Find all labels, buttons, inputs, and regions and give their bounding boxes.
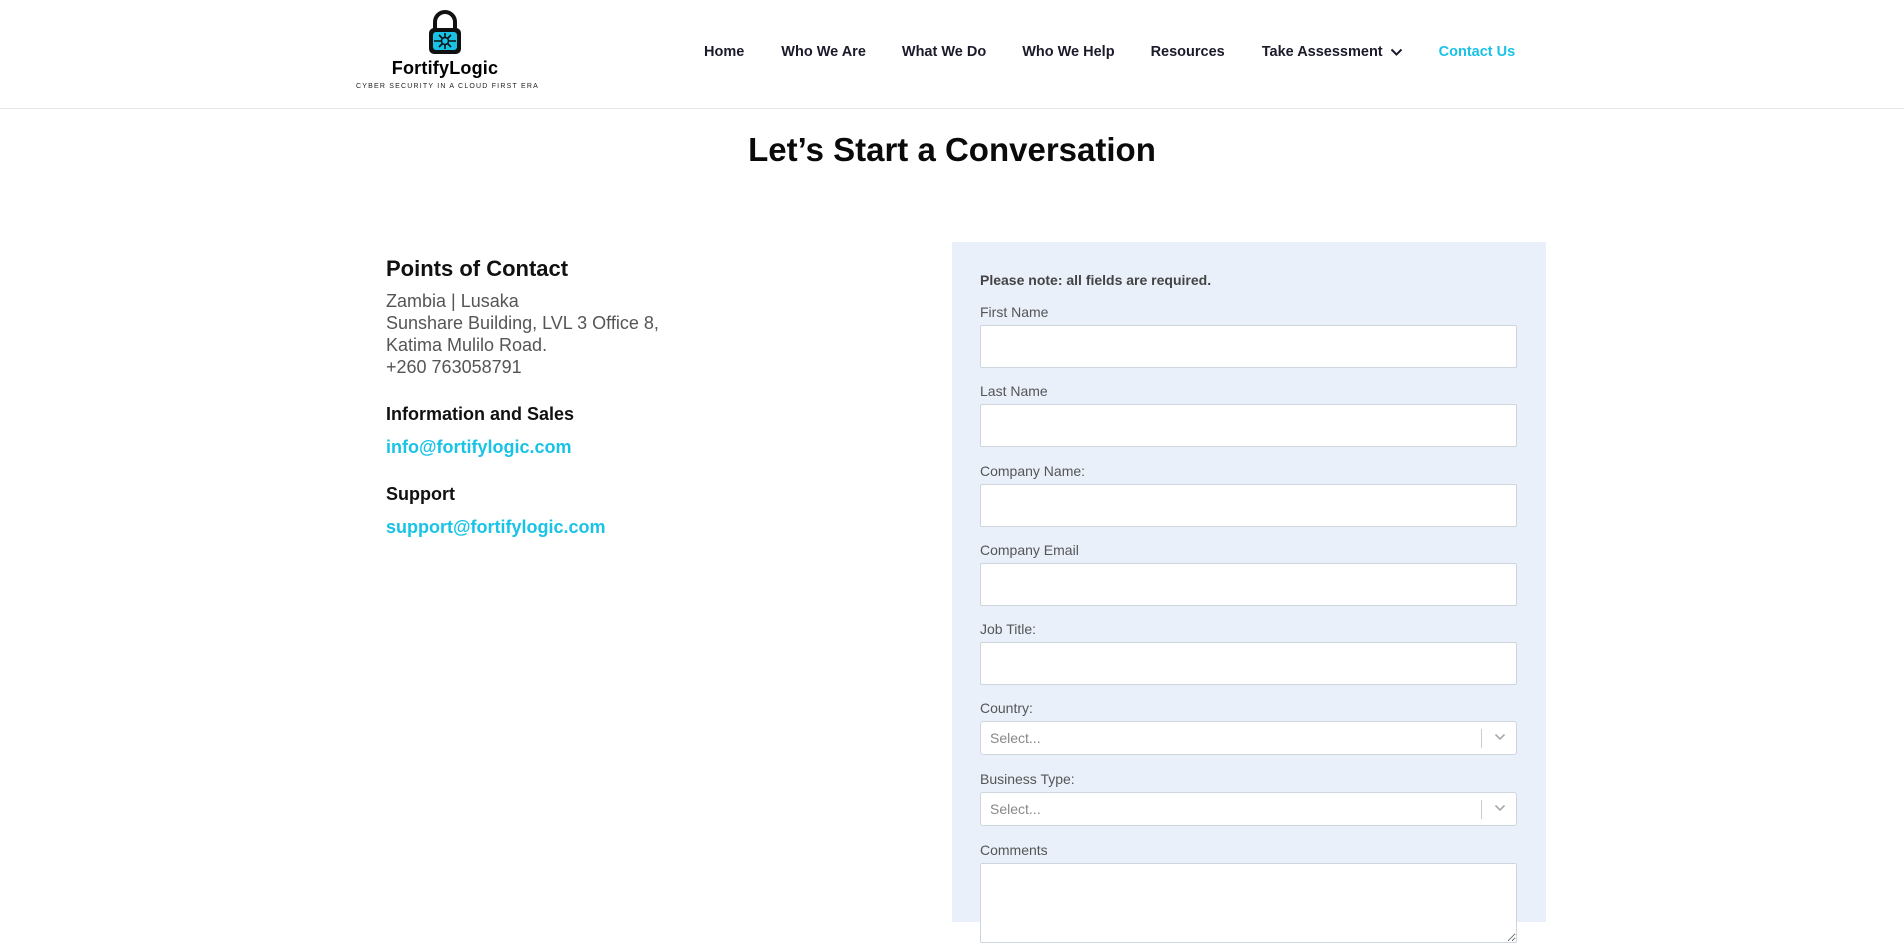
address-line: Zambia | Lusaka [386,291,519,311]
contact-info: Points of Contact Zambia | Lusaka Sunsha… [386,256,906,538]
nav-who-we-are[interactable]: Who We Are [781,44,866,60]
nav-what-we-do[interactable]: What We Do [902,44,986,60]
chevron-down-icon [1390,48,1402,56]
job-title-group: Job Title: [980,621,1517,685]
business-type-select-placeholder: Select... [990,801,1041,817]
country-label: Country: [980,700,1033,716]
nav-take-assessment[interactable]: Take Assessment [1262,44,1403,60]
comments-group: Comments [980,842,1517,943]
last-name-input[interactable] [980,404,1517,447]
chevron-down-icon [1494,804,1506,812]
padlock-icon [429,10,461,54]
job-title-label: Job Title: [980,621,1037,637]
business-type-group: Business Type: Select... [980,771,1517,826]
job-title-input[interactable] [980,642,1517,685]
comments-textarea[interactable] [980,863,1517,943]
company-email-group: Company Email [980,542,1517,606]
company-name-label: Company Name: [980,463,1086,479]
last-name-label: Last Name [980,383,1048,399]
points-of-contact-heading: Points of Contact [386,256,569,281]
sales-email-link[interactable]: info@fortifylogic.com [386,437,906,458]
select-divider [1481,729,1482,748]
comments-label: Comments [980,842,1048,858]
support-email-link[interactable]: support@fortifylogic.com [386,517,906,538]
first-name-label: First Name [980,304,1049,320]
company-name-group: Company Name: [980,463,1517,527]
country-select-placeholder: Select... [990,730,1041,746]
brand-tagline: CYBER SECURITY IN A CLOUD FIRST ERA [356,83,539,90]
address-block: Zambia | Lusaka Sunshare Building, LVL 3… [386,290,906,378]
select-divider [1481,800,1482,819]
sales-heading: Information and Sales [386,404,575,424]
page-title: Let’s Start a Conversation [748,131,1156,168]
main-nav: Home Who We Are What We Do Who We Help R… [704,44,1515,60]
company-email-label: Company Email [980,542,1079,558]
country-group: Country: Select... [980,700,1517,755]
nav-home[interactable]: Home [704,44,744,60]
company-email-input[interactable] [980,563,1517,606]
country-select[interactable]: Select... [980,721,1517,755]
site-logo[interactable]: FortifyLogic CYBER SECURITY IN A CLOUD F… [356,10,539,94]
site-header: FortifyLogic CYBER SECURITY IN A CLOUD F… [0,0,1904,109]
business-type-label: Business Type: [980,771,1075,787]
address-line: Katima Mulilo Road. [386,335,548,355]
nav-resources[interactable]: Resources [1151,44,1225,60]
first-name-group: First Name [980,304,1517,368]
phone-number: +260 763058791 [386,357,522,377]
nav-contact-us[interactable]: Contact Us [1439,44,1516,60]
chevron-down-icon [1494,733,1506,741]
first-name-input[interactable] [980,325,1517,368]
nav-take-assessment-label: Take Assessment [1261,44,1383,60]
last-name-group: Last Name [980,383,1517,447]
business-type-select[interactable]: Select... [980,792,1517,826]
required-note: Please note: all fields are required. [980,272,1212,288]
contact-form: Please note: all fields are required. Fi… [952,242,1546,943]
brand-name: FortifyLogic [391,58,499,78]
company-name-input[interactable] [980,484,1517,527]
address-line: Sunshare Building, LVL 3 Office 8, [386,313,659,333]
nav-who-we-help[interactable]: Who We Help [1022,44,1114,60]
support-heading: Support [386,484,455,504]
